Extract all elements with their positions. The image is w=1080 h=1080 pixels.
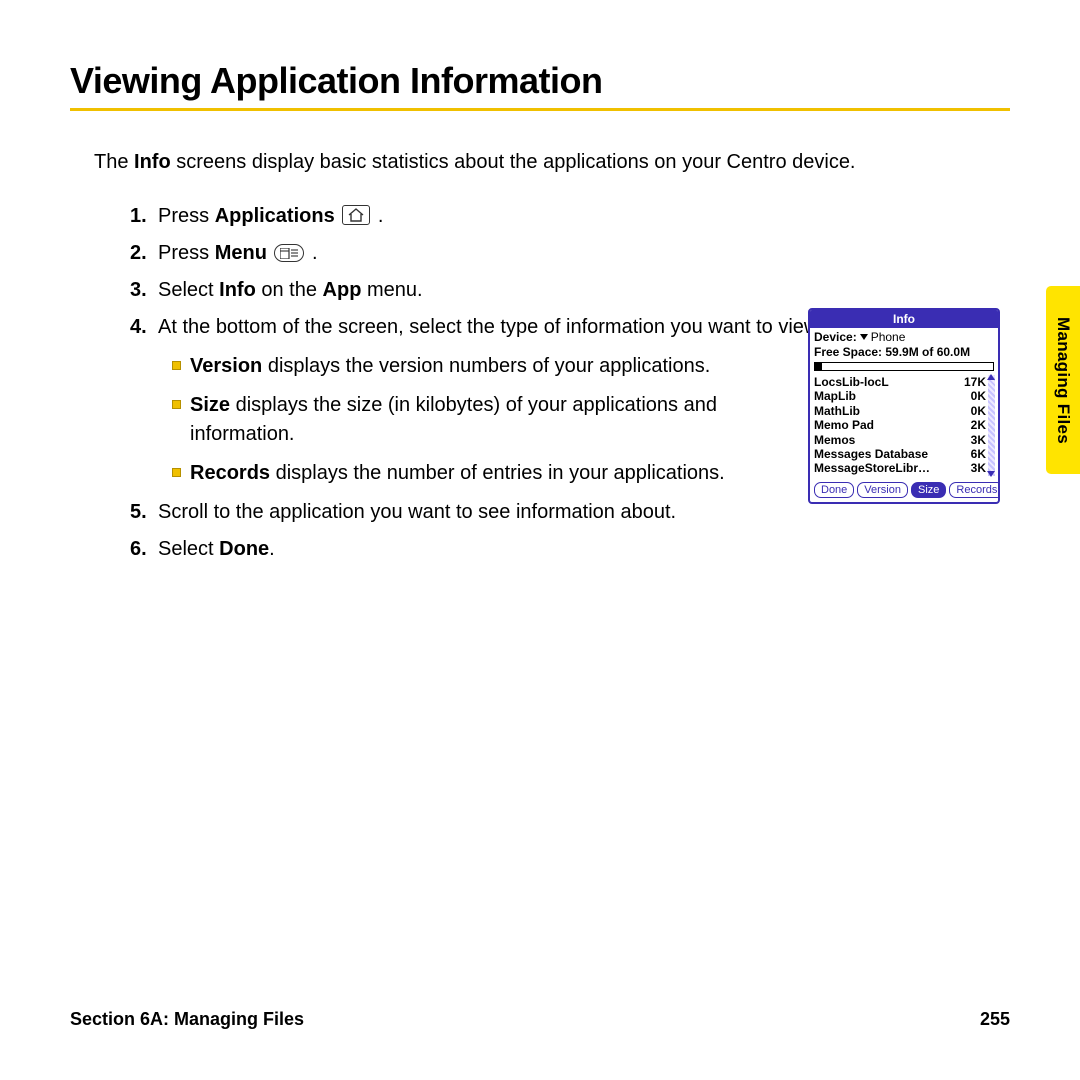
step3-mid: on the xyxy=(256,279,323,301)
app-size: 2K xyxy=(971,418,986,432)
heading-rule xyxy=(70,108,1010,111)
device-row: Device: Phone xyxy=(814,330,994,344)
step3-post: menu. xyxy=(361,279,422,301)
dropdown-arrow-icon[interactable] xyxy=(860,334,868,340)
free-space-bar xyxy=(814,362,994,371)
footer: Section 6A: Managing Files 255 xyxy=(70,1009,1010,1030)
sub-size-text: displays the size (in kilobytes) of your… xyxy=(190,394,717,445)
step-1: Press Applications . xyxy=(130,202,1010,231)
app-size: 17K xyxy=(964,375,986,389)
intro-paragraph: The Info screens display basic statistic… xyxy=(94,149,1010,176)
version-button[interactable]: Version xyxy=(857,482,908,499)
step3-pre: Select xyxy=(158,279,219,301)
app-size: 6K xyxy=(971,447,986,461)
sub-version-bold: Version xyxy=(190,355,262,377)
step6-post: . xyxy=(269,538,275,560)
page-heading: Viewing Application Information xyxy=(70,60,1010,102)
list-item[interactable]: MessageStoreLibr… 3K xyxy=(814,461,986,475)
app-name: Memos xyxy=(814,433,855,447)
step1-pre: Press xyxy=(158,205,215,227)
side-tab: Managing Files xyxy=(1046,286,1080,474)
step4-text: At the bottom of the screen, select the … xyxy=(158,313,848,342)
sub-size: Size displays the size (in kilobytes) of… xyxy=(168,391,798,449)
app-name: Memo Pad xyxy=(814,418,874,432)
scroll-down-icon[interactable] xyxy=(987,471,995,477)
step2-post xyxy=(267,242,273,264)
dialog-title: Info xyxy=(810,310,998,328)
step-6: Select Done. xyxy=(130,535,1010,564)
sub-version: Version displays the version numbers of … xyxy=(168,352,798,381)
records-button[interactable]: Records xyxy=(949,482,1000,499)
scrollbar[interactable] xyxy=(988,375,995,476)
done-button[interactable]: Done xyxy=(814,482,854,499)
app-name: LocsLib-locL xyxy=(814,375,889,389)
intro-bold: Info xyxy=(134,151,171,173)
device-label: Device: xyxy=(814,330,857,344)
app-size: 0K xyxy=(971,389,986,403)
list-item[interactable]: Messages Database 6K xyxy=(814,447,986,461)
list-item[interactable]: MapLib 0K xyxy=(814,389,986,403)
step6-pre: Select xyxy=(158,538,219,560)
step-2: Press Menu . xyxy=(130,239,1010,268)
sub-records: Records displays the number of entries i… xyxy=(168,459,798,488)
side-tab-label: Managing Files xyxy=(1053,317,1073,444)
list-item[interactable]: Memos 3K xyxy=(814,433,986,447)
intro-pre: The xyxy=(94,151,134,173)
list-item[interactable]: Memo Pad 2K xyxy=(814,418,986,432)
intro-post: screens display basic statistics about t… xyxy=(171,151,856,173)
step-3: Select Info on the App menu. xyxy=(130,276,1010,305)
sub-records-bold: Records xyxy=(190,462,270,484)
app-size: 3K xyxy=(971,433,986,447)
sub-version-text: displays the version numbers of your app… xyxy=(262,355,710,377)
footer-page: 255 xyxy=(980,1009,1010,1030)
home-key-icon xyxy=(342,205,370,225)
step1-bold: Applications xyxy=(215,205,335,227)
step1-post xyxy=(335,205,341,227)
app-name: MessageStoreLibr… xyxy=(814,461,930,475)
app-name: Messages Database xyxy=(814,447,928,461)
info-dialog-figure: Info Device: Phone Free Space: 59.9M of … xyxy=(808,308,1000,504)
sub-records-text: displays the number of entries in your a… xyxy=(270,462,725,484)
free-space-label: Free Space: 59.9M of 60.0M xyxy=(814,345,994,359)
step3-bold2: App xyxy=(323,279,362,301)
size-button[interactable]: Size xyxy=(911,482,946,499)
scroll-up-icon[interactable] xyxy=(987,374,995,380)
app-name: MathLib xyxy=(814,404,860,418)
app-list: LocsLib-locL 17K MapLib 0K MathLib 0K Memo … xyxy=(814,375,994,476)
app-size: 3K xyxy=(971,461,986,475)
sub-size-bold: Size xyxy=(190,394,230,416)
step6-bold: Done xyxy=(219,538,269,560)
footer-section: Section 6A: Managing Files xyxy=(70,1009,304,1030)
app-size: 0K xyxy=(971,404,986,418)
device-value: Phone xyxy=(871,330,906,344)
app-name: MapLib xyxy=(814,389,856,403)
menu-key-icon xyxy=(274,244,304,262)
list-item[interactable]: MathLib 0K xyxy=(814,404,986,418)
step2-pre: Press xyxy=(158,242,215,264)
step2-bold: Menu xyxy=(215,242,267,264)
list-item[interactable]: LocsLib-locL 17K xyxy=(814,375,986,389)
dialog-button-row: Done Version Size Records xyxy=(814,482,994,499)
step3-bold1: Info xyxy=(219,279,256,301)
